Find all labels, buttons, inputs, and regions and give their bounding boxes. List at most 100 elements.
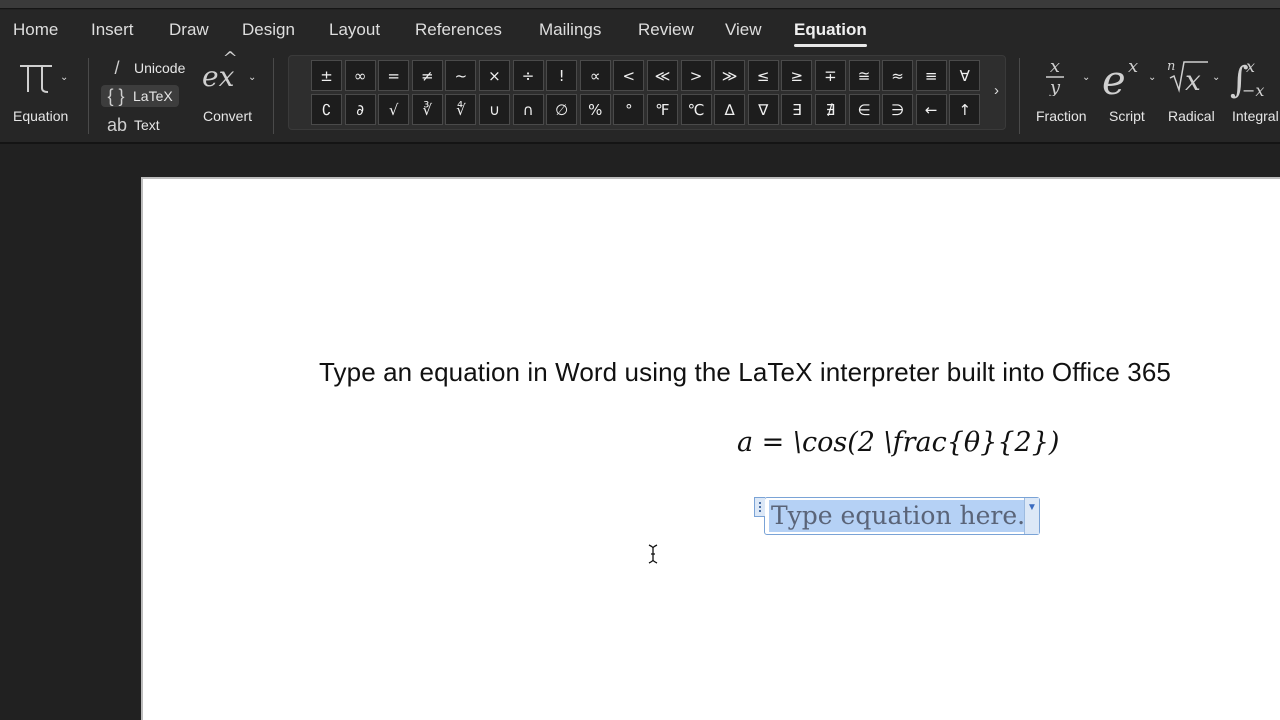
svg-text:x: x bbox=[1185, 64, 1201, 96]
symbol-button[interactable]: ℉ bbox=[646, 94, 678, 125]
braces-icon: { } bbox=[107, 85, 125, 106]
symbol-button[interactable]: ∋ bbox=[882, 94, 914, 125]
symbols-grid: ± ∞ = ≠ ~ × ÷! ∝ < ≪ > ≫ ≤ ≥ ∓ ≅ ≈ ≡ ∀ ∁ ∂ √ ∛ ∜ ∪ ∩ ∅% ° ℉ ℃ ∆ ∇ ∃ ∄ ∈ ∋ ← ↑ bbox=[311, 60, 981, 125]
mode-text-label: Text bbox=[134, 117, 160, 133]
symbol-button[interactable]: ≅ bbox=[848, 60, 880, 91]
symbol-button[interactable]: ∇ bbox=[747, 94, 779, 125]
window-top-strip bbox=[0, 0, 1280, 9]
symbol-button[interactable]: ∂ bbox=[344, 94, 376, 125]
fraction-label: Fraction bbox=[1036, 108, 1087, 124]
symbol-button[interactable]: ∃ bbox=[781, 94, 813, 125]
symbol-button[interactable]: ∪ bbox=[478, 94, 510, 125]
symbol-button[interactable]: > bbox=[680, 60, 712, 91]
symbol-button[interactable]: ∓ bbox=[814, 60, 846, 91]
equation-placeholder-text[interactable]: Type equation here. bbox=[769, 500, 1028, 532]
script-button[interactable]: e x ⌄ Script bbox=[1100, 54, 1162, 124]
chevron-down-icon: ⌄ bbox=[248, 72, 257, 83]
equation-drag-handle[interactable] bbox=[754, 497, 765, 517]
divider bbox=[1019, 58, 1020, 134]
document-page[interactable]: Type an equation in Word using the LaTeX… bbox=[141, 177, 1280, 720]
radical-icon: n x bbox=[1167, 59, 1208, 96]
symbol-button[interactable]: ≫ bbox=[714, 60, 746, 91]
divider bbox=[273, 58, 274, 134]
gallery-more-chevron-icon[interactable]: › bbox=[994, 82, 999, 99]
tab-equation[interactable]: Equation bbox=[794, 20, 867, 47]
tab-mailings[interactable]: Mailings bbox=[539, 20, 601, 40]
symbol-button[interactable]: ! bbox=[546, 60, 578, 91]
integral-button[interactable]: ∫ x −x Integral bbox=[1228, 54, 1280, 124]
symbol-button[interactable]: ∞ bbox=[344, 60, 376, 91]
tab-draw[interactable]: Draw bbox=[169, 20, 209, 40]
symbol-button[interactable]: ∈ bbox=[848, 94, 880, 125]
fraction-button[interactable]: x y ⌄ Fraction bbox=[1032, 54, 1096, 124]
equation-placeholder-box[interactable]: Type equation here. ▼ bbox=[754, 497, 1040, 535]
symbol-button[interactable]: × bbox=[478, 60, 510, 91]
latex-equation[interactable]: a = \cos(2 \frac{θ}{2}) bbox=[737, 427, 1059, 458]
equation-button[interactable]: ⌄ Equation bbox=[8, 54, 76, 124]
mode-latex[interactable]: { } LaTeX bbox=[101, 85, 179, 107]
mode-unicode[interactable]: / Unicode bbox=[102, 57, 191, 79]
convert-button[interactable]: ex ^ ⌄ Convert bbox=[198, 48, 266, 124]
slash-icon: / bbox=[114, 57, 120, 78]
symbols-gallery: ± ∞ = ≠ ~ × ÷! ∝ < ≪ > ≫ ≤ ≥ ∓ ≅ ≈ ≡ ∀ ∁ ∂ √ ∛ ∜ ∪ ∩ ∅% ° ℉ ℃ ∆ ∇ ∃ ∄ ∈ ∋ ← ↑… bbox=[288, 55, 1006, 130]
tab-layout[interactable]: Layout bbox=[329, 20, 380, 40]
script-label: Script bbox=[1109, 108, 1145, 124]
svg-text:x: x bbox=[1050, 56, 1060, 77]
script-icon: e x bbox=[1102, 56, 1138, 100]
symbol-button[interactable]: ∅ bbox=[546, 94, 578, 125]
symbol-button[interactable]: ∝ bbox=[579, 60, 611, 91]
tab-references[interactable]: References bbox=[415, 20, 502, 40]
ribbon-equation: ⌄ Equation / Unicode { } LaTeX ab Text e… bbox=[0, 48, 1280, 144]
tab-insert[interactable]: Insert bbox=[91, 20, 134, 40]
symbol-button[interactable]: % bbox=[579, 94, 611, 125]
radical-label: Radical bbox=[1168, 108, 1215, 124]
symbol-button[interactable]: ≠ bbox=[411, 60, 443, 91]
convert-icon: ex ^ bbox=[202, 48, 238, 93]
symbol-button[interactable]: ← bbox=[915, 94, 947, 125]
symbol-button[interactable]: ≡ bbox=[915, 60, 947, 91]
symbol-button[interactable]: ~ bbox=[445, 60, 477, 91]
fraction-icon: x y bbox=[1046, 56, 1064, 96]
divider bbox=[88, 58, 89, 134]
equation-label: Equation bbox=[13, 108, 69, 124]
svg-text:y: y bbox=[1049, 77, 1061, 96]
tab-review[interactable]: Review bbox=[638, 20, 694, 40]
tab-home[interactable]: Home bbox=[13, 20, 58, 40]
pi-icon bbox=[20, 65, 52, 93]
chevron-down-icon: ⌄ bbox=[1212, 72, 1221, 83]
chevron-down-icon: ⌄ bbox=[1082, 72, 1091, 83]
symbol-button[interactable]: ℃ bbox=[680, 94, 712, 125]
symbol-button[interactable]: ∆ bbox=[714, 94, 746, 125]
symbol-button[interactable]: ∄ bbox=[814, 94, 846, 125]
svg-text:x: x bbox=[1128, 56, 1138, 77]
radical-button[interactable]: n x ⌄ Radical bbox=[1164, 54, 1226, 124]
symbol-button[interactable]: ≪ bbox=[646, 60, 678, 91]
symbol-button[interactable]: ∛ bbox=[411, 94, 443, 125]
symbol-button[interactable]: ≈ bbox=[882, 60, 914, 91]
symbol-button[interactable]: = bbox=[378, 60, 410, 91]
symbol-button[interactable]: ∁ bbox=[311, 94, 342, 125]
symbol-button[interactable]: ° bbox=[613, 94, 645, 125]
convert-label: Convert bbox=[203, 108, 253, 124]
symbol-button[interactable]: ∜ bbox=[445, 94, 477, 125]
tab-design[interactable]: Design bbox=[242, 20, 295, 40]
symbol-button[interactable]: ∀ bbox=[949, 60, 981, 91]
symbol-button[interactable]: < bbox=[613, 60, 645, 91]
integral-icon: ∫ x −x bbox=[1230, 57, 1264, 100]
mode-text[interactable]: ab Text bbox=[102, 114, 166, 136]
svg-text:n: n bbox=[1167, 59, 1175, 74]
equation-options-dropdown[interactable]: ▼ bbox=[1024, 498, 1039, 534]
svg-text:e: e bbox=[1102, 58, 1126, 100]
symbol-button[interactable]: ↑ bbox=[949, 94, 981, 125]
mode-unicode-label: Unicode bbox=[134, 60, 186, 76]
text-cursor-icon bbox=[648, 544, 658, 564]
symbol-button[interactable]: ÷ bbox=[512, 60, 544, 91]
chevron-down-icon: ⌄ bbox=[1148, 72, 1157, 83]
symbol-button[interactable]: ± bbox=[311, 60, 342, 91]
tab-view[interactable]: View bbox=[725, 20, 762, 40]
symbol-button[interactable]: ≥ bbox=[781, 60, 813, 91]
ribbon-tabs: Home Insert Draw Design Layout Reference… bbox=[0, 10, 1280, 50]
symbol-button[interactable]: √ bbox=[378, 94, 410, 125]
symbol-button[interactable]: ≤ bbox=[747, 60, 779, 91]
symbol-button[interactable]: ∩ bbox=[512, 94, 544, 125]
